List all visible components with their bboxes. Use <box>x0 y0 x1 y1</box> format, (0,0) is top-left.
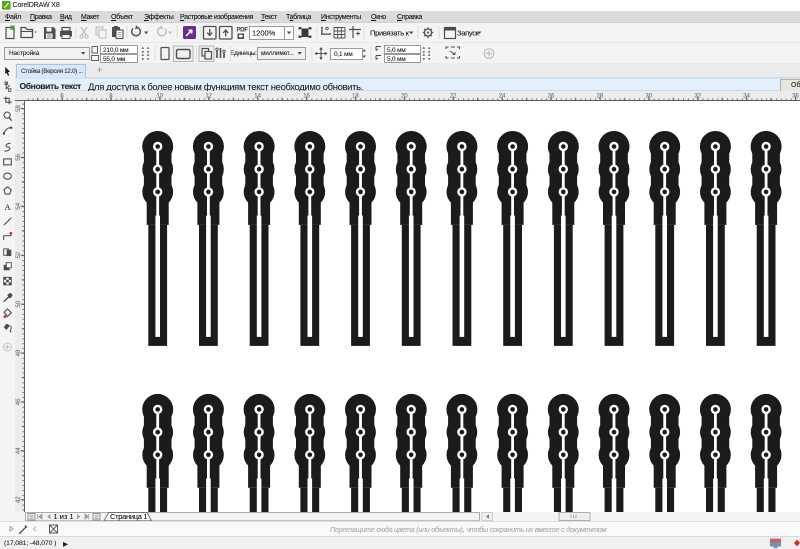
svg-text:48: 48 <box>16 349 22 356</box>
svg-text:42: 42 <box>16 496 22 503</box>
svg-text:PDF: PDF <box>237 28 249 34</box>
svg-text:34: 34 <box>743 94 750 100</box>
svg-text:20: 20 <box>401 94 408 100</box>
svg-text:54: 54 <box>16 202 22 209</box>
svg-text:12: 12 <box>205 94 212 100</box>
svg-text:Страница 1: Страница 1 <box>110 512 147 521</box>
svg-text:14: 14 <box>254 94 261 100</box>
svg-text:36: 36 <box>792 94 799 100</box>
svg-text:44: 44 <box>16 447 22 454</box>
svg-text:32: 32 <box>694 94 701 100</box>
svg-text:Запуск: Запуск <box>457 29 480 38</box>
svg-text:18: 18 <box>352 94 359 100</box>
svg-text:26: 26 <box>548 94 555 100</box>
svg-text:52: 52 <box>16 251 22 258</box>
svg-text:1200%: 1200% <box>252 29 276 38</box>
svg-text:30: 30 <box>645 94 652 100</box>
svg-text:58: 58 <box>16 105 22 112</box>
svg-text:24: 24 <box>499 94 506 100</box>
svg-text:10: 10 <box>156 94 163 100</box>
svg-text:Привязать к: Привязать к <box>370 29 410 38</box>
svg-text:28: 28 <box>597 94 604 100</box>
svg-text:1 из 1: 1 из 1 <box>54 512 74 521</box>
svg-text:A: A <box>4 202 11 212</box>
svg-text:16: 16 <box>303 94 310 100</box>
svg-text:56: 56 <box>16 153 22 160</box>
svg-text:22: 22 <box>450 94 457 100</box>
svg-text:50: 50 <box>16 300 22 307</box>
svg-text:46: 46 <box>16 398 22 405</box>
